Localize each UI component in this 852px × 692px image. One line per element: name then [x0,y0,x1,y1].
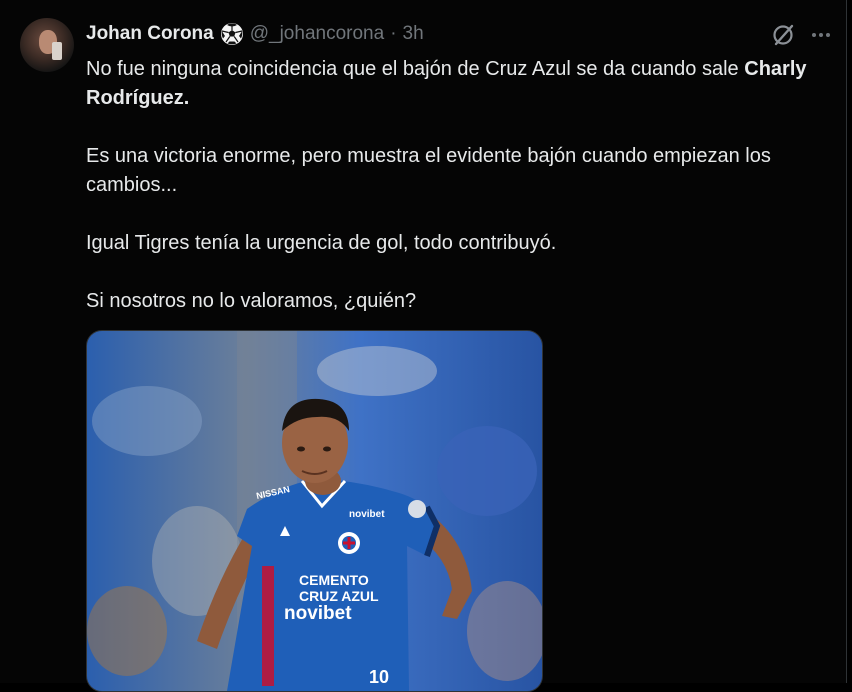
tweet-time[interactable]: 3h [403,23,424,45]
tweet-media[interactable]: NISSAN novibet CEMENTO CRUZ AZUL novibet… [86,330,543,692]
author-handle[interactable]: @_johancorona [250,23,384,45]
tweet-paragraph-2: Es una victoria enorme, pero muestra el … [86,145,771,196]
jersey-sponsor-small: novibet [349,509,385,520]
tweet-paragraph-3: Igual Tigres tenía la urgencia de gol, t… [86,232,557,254]
header-separator: · [390,23,397,44]
more-options-icon[interactable] [808,22,834,48]
player-photo: NISSAN novibet CEMENTO CRUZ AZUL novibet… [87,331,542,691]
tweet-header: Johan Corona @_johancorona · 3h [86,22,424,46]
jersey-number: 10 [369,667,389,687]
author-name[interactable]: Johan Corona [86,23,214,45]
tweet-paragraph-1: No fue ninguna coincidencia que el bajón… [86,55,826,113]
jersey-sponsor: novibet [284,603,352,624]
tweet-bold-period: . [183,87,190,109]
avatar-phone [52,42,62,60]
soccer-ball-icon [220,23,243,45]
jersey-text-cemento: CEMENTO [299,572,369,588]
tweet-paragraph-4: Si nosotros no lo valoramos, ¿quién? [86,290,417,312]
grok-icon[interactable] [770,22,796,48]
tweet-line-1: No fue ninguna coincidencia que el bajón… [86,58,739,80]
tweet-text: No fue ninguna coincidencia que el bajón… [86,55,826,345]
avatar[interactable] [20,18,74,72]
jersey-text-cruz-azul: CRUZ AZUL [299,588,379,604]
